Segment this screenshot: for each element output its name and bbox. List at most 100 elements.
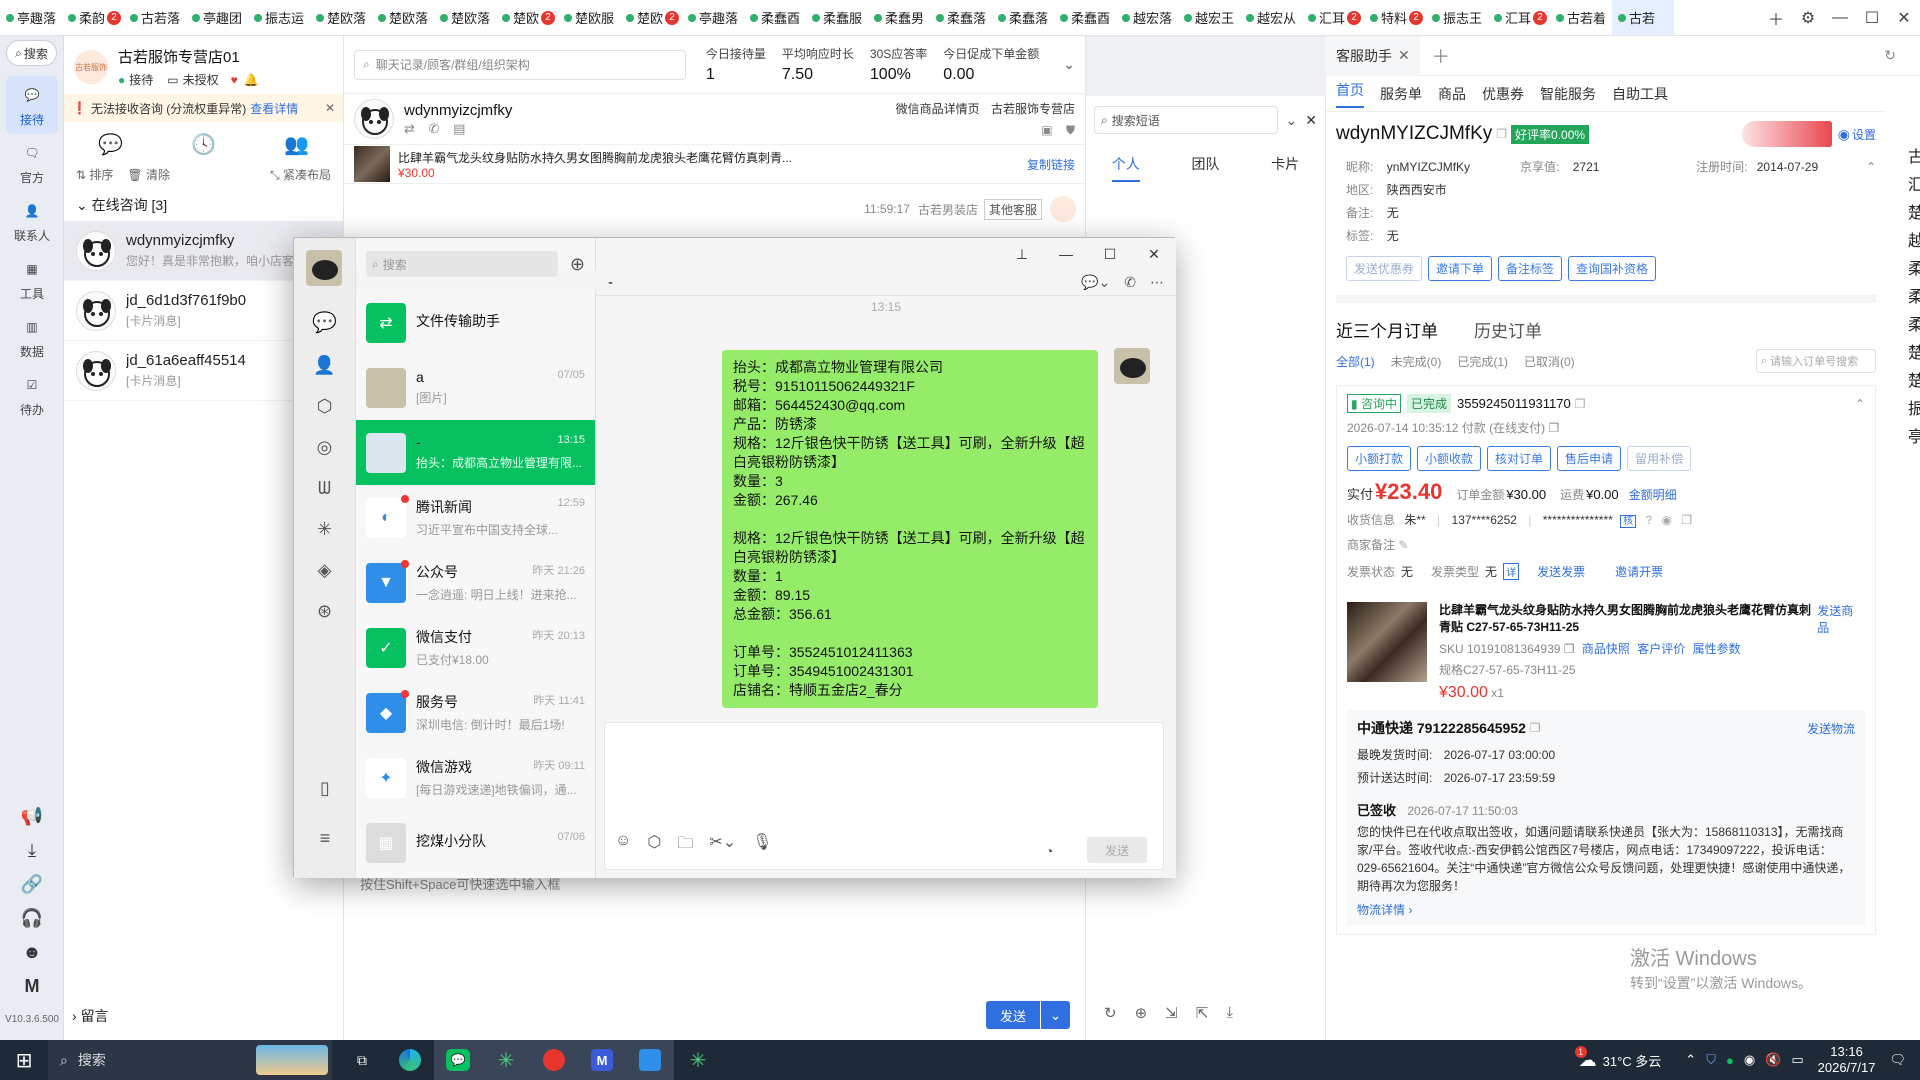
tab-recent-orders[interactable]: 近三个月订单 [1336, 317, 1438, 342]
network-icon[interactable]: ▭ [1791, 1052, 1803, 1068]
wechat-chat-row[interactable]: ◆ 服务号 昨天 11:41 深圳电信: 倒计时！最后1场! [356, 680, 595, 745]
app-tab[interactable]: 柔蠢酉 [744, 0, 806, 35]
app-tab[interactable]: 楚欧落 [372, 0, 434, 35]
box-icon[interactable]: ⬡ [294, 396, 355, 417]
copy-icon[interactable]: ❐ [1575, 397, 1586, 411]
voice-call-icon[interactable]: ◔ [1045, 843, 1053, 859]
maximize-icon[interactable]: ☐ [1088, 246, 1132, 263]
app-tab[interactable]: 柔蠢落 [930, 0, 992, 35]
app-tab[interactable]: 越宏落 [1116, 0, 1178, 35]
sparkle-icon[interactable]: ✳ [294, 519, 355, 540]
amount-detail-link[interactable]: 金额明细 [1629, 486, 1677, 503]
app-tab[interactable]: 汇耳 2 [1488, 0, 1550, 35]
eye-icon[interactable]: ◉ [1662, 513, 1672, 527]
assistant-nav-item[interactable]: 服务单 [1380, 84, 1422, 104]
compact-layout-button[interactable]: ⤡ 紧凑布局 [270, 166, 331, 183]
wechat-taskbar-icon[interactable]: 💬 [434, 1040, 482, 1080]
invoice-detail-badge[interactable]: 详 [1503, 563, 1520, 580]
order-action-button[interactable]: 小额收款 [1417, 446, 1482, 471]
rail-search-button[interactable]: ⌕ 搜索 [6, 40, 57, 66]
app-tray-icon[interactable]: ◉ [1744, 1052, 1755, 1068]
task-view-icon[interactable]: ⧉ [338, 1040, 386, 1080]
customer-action-button[interactable]: 备注标签 [1498, 256, 1563, 281]
phrase-search-input[interactable]: ⌕ 搜索短语 [1094, 106, 1278, 134]
phone-device-icon[interactable]: ▯ [294, 778, 356, 799]
app-tab[interactable]: 亭趣团 [186, 0, 248, 35]
attrs-link[interactable]: 属性参数 [1693, 642, 1741, 656]
copy-icon[interactable]: ❐ [1564, 642, 1575, 656]
export-icon[interactable]: ⇱ [1196, 1004, 1209, 1022]
import-icon[interactable]: ⇲ [1165, 1004, 1178, 1022]
moments-icon[interactable]: ◎ [294, 437, 355, 458]
customer-action-button[interactable]: 发送优惠券 [1346, 256, 1423, 281]
maximize-icon[interactable]: ☐ [1856, 0, 1888, 35]
app-tab[interactable]: 楚欧落 [434, 0, 496, 35]
wechat-chat-row[interactable]: a 07/05 [图片] [356, 355, 595, 420]
settings-link[interactable]: 设置 [1852, 126, 1876, 143]
clear-button[interactable]: 🗑 清除 [127, 166, 170, 183]
rail-item-2[interactable]: 👤 联系人 [0, 192, 64, 250]
menu-icon[interactable]: ≡ [294, 828, 356, 849]
assistant-nav-item[interactable]: 首页 [1336, 80, 1364, 108]
note-icon[interactable]: ▤ [453, 121, 465, 136]
message-input-area[interactable]: ☺ ⬡ 🗀 ✂⌄ 🎙 ◔ 发送 [604, 722, 1164, 870]
logistics-more-link[interactable]: 物流详情 [1357, 903, 1405, 917]
app-red-circle-icon[interactable] [530, 1040, 578, 1080]
emoji-icon[interactable]: ☺ [615, 832, 631, 859]
refresh-icon[interactable]: ↻ [1104, 1004, 1117, 1022]
folder-icon[interactable]: 🗀 [677, 832, 693, 859]
refresh-icon[interactable]: ↻ [1884, 47, 1896, 64]
tray-chevron-icon[interactable]: ⌃ [1685, 1052, 1696, 1068]
alert-detail-link[interactable]: 查看详情 [250, 100, 298, 117]
copy-icon[interactable]: ❐ [1681, 513, 1692, 527]
wechat-chat-row[interactable]: ▦ 挖煤小分队 07/06 [356, 810, 595, 875]
copy-link-button[interactable]: 复制链接 [1027, 156, 1075, 173]
minimize-icon[interactable]: — [1044, 246, 1088, 262]
security-icon[interactable]: ⛉ [1706, 1052, 1716, 1068]
app-star-icon[interactable]: ✳ [482, 1040, 530, 1080]
app-tab[interactable]: 亭趣落 [0, 0, 62, 35]
help-icon[interactable]: ? [1645, 513, 1652, 527]
wechat-search-input[interactable]: ⌕ 搜索 [366, 251, 558, 277]
mute-icon[interactable]: 🔇 [1765, 1052, 1781, 1068]
add-tab-icon[interactable]: ＋ [1760, 0, 1792, 35]
send-options-icon[interactable]: ⌄ [1040, 1001, 1070, 1029]
order-action-button[interactable]: 售后申请 [1557, 446, 1622, 471]
app-tab[interactable]: 越宏王 [1178, 0, 1240, 35]
review-link[interactable]: 客户评价 [1637, 642, 1685, 656]
wechat-chat-row[interactable]: ◐ 腾讯新闻 12:59 习近平宣布中国支持全球... [356, 485, 595, 550]
app-star2-icon[interactable]: ✳ [674, 1040, 722, 1080]
chevron-up-icon[interactable]: ⌃ [1855, 397, 1865, 411]
app-tab[interactable]: 汇耳 2 [1302, 0, 1364, 35]
rail-item-4[interactable]: ▥ 数据 [0, 308, 64, 366]
send-invoice-link[interactable]: 发送发票 [1537, 563, 1585, 580]
order-filter[interactable]: 已完成(1) [1457, 353, 1508, 370]
box-icon[interactable]: ⬡ [647, 832, 661, 859]
app-tab[interactable]: 古若着 [1550, 0, 1612, 35]
wechat-chat-row[interactable]: ✦ 微信游戏 昨天 09:11 [每日游戏速递]地铁偏词，通... [356, 745, 595, 810]
chevron-down-icon[interactable]: ⌄ [1063, 56, 1075, 73]
settings-radio-icon[interactable]: ◉ [1838, 126, 1850, 143]
chat-search-input[interactable]: ⌕ 聊天记录/顾客/群组/组织架构 [354, 49, 686, 80]
call-icon[interactable]: ✆ [1124, 274, 1136, 291]
assistant-nav-item[interactable]: 自助工具 [1612, 84, 1668, 104]
app-tab[interactable]: 楚欧服 [558, 0, 620, 35]
assistant-nav-item[interactable]: 商品 [1438, 84, 1466, 104]
app-tab[interactable]: 柔蠢男 [868, 0, 930, 35]
miniprogram-icon[interactable]: ⊛ [294, 601, 355, 622]
link-icon[interactable]: 🔗 [0, 874, 64, 908]
edge-icon[interactable] [386, 1040, 434, 1080]
message-bubble[interactable]: 抬头：成都高立物业管理有限公司 税号：91510115062449321F 邮箱：5… [722, 350, 1098, 708]
collapse-icon[interactable]: ⌄ [1286, 112, 1298, 129]
rail-item-1[interactable]: 🗨 官方 [0, 134, 64, 192]
mic-icon[interactable]: 🎙 [752, 832, 772, 859]
verify-badge[interactable]: 核 [1620, 515, 1637, 528]
tab-card[interactable]: 卡片 [1271, 154, 1299, 182]
pin-icon[interactable]: ⊥ [1000, 246, 1044, 263]
order-action-button[interactable]: 核对订单 [1487, 446, 1552, 471]
headset-icon[interactable]: 🎧 [0, 908, 64, 942]
scissors-icon[interactable]: ✂⌄ [709, 832, 736, 859]
app-tab[interactable]: 振志王 [1426, 0, 1488, 35]
close-icon[interactable]: ✕ [1888, 0, 1920, 35]
weather-icon[interactable]: ☁ 1 [1574, 1045, 1597, 1071]
